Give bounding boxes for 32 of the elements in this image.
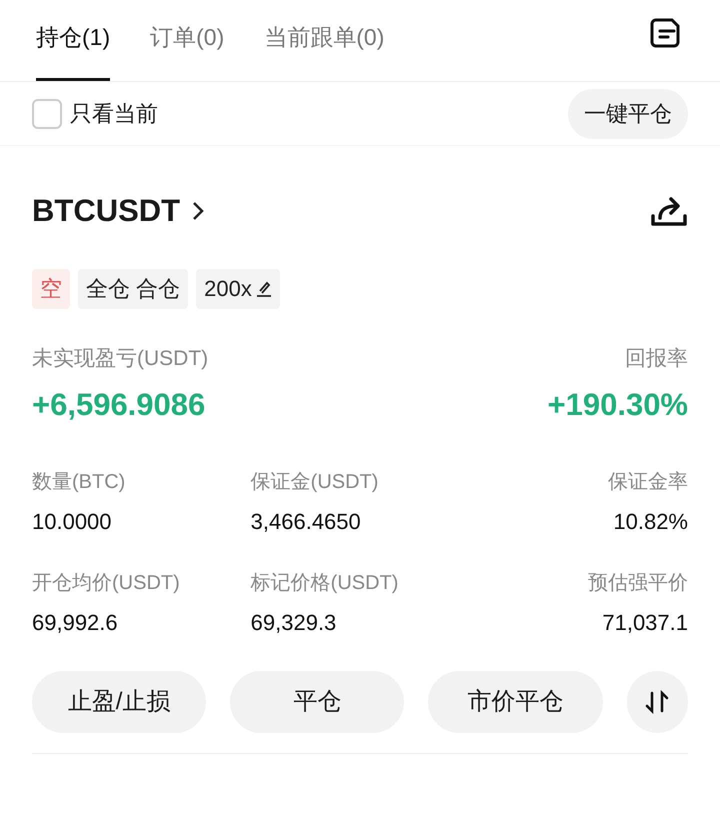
tab[interactable]: 订单(0)	[150, 20, 224, 81]
stat-label: 预估强平价	[588, 570, 688, 596]
stat-value: 69,992.6	[32, 608, 119, 636]
pnl-value: +6,596.9086	[32, 386, 206, 424]
checkbox[interactable]	[32, 98, 62, 128]
position-tag: 空	[32, 268, 70, 308]
stat-value: 3,466.4650	[250, 508, 362, 536]
pencil-icon[interactable]	[256, 280, 272, 296]
stat-label: 开仓均价(USDT)	[32, 570, 181, 596]
tab[interactable]: 持仓(1)	[36, 20, 110, 81]
stat-value: 71,037.1	[602, 608, 688, 636]
tab[interactable]: 当前跟单(0)	[264, 20, 384, 81]
position-tag: 200x	[196, 268, 280, 308]
stat-value: 69,329.3	[250, 608, 338, 636]
roe-value: +190.30%	[548, 386, 688, 424]
filter-label: 只看当前	[70, 100, 158, 128]
roe-label: 回报率	[625, 346, 688, 372]
stat-label: 保证金率	[608, 470, 688, 494]
action-button[interactable]: 平仓	[230, 670, 404, 732]
action-button[interactable]: 市价平仓	[428, 670, 603, 732]
symbol-title[interactable]: BTCUSDT	[32, 188, 180, 234]
stat-label: 数量(BTC)	[32, 470, 126, 494]
pnl-label: 未实现盈亏(USDT)	[32, 346, 208, 372]
action-button[interactable]: 止盈/止损	[32, 670, 206, 732]
position-tag: 全仓 合仓	[78, 268, 188, 308]
stat-value: 10.0000	[32, 508, 113, 536]
stat-label: 标记价格(USDT)	[250, 570, 400, 596]
stat-label: 保证金(USDT)	[250, 470, 380, 494]
close-all-button[interactable]: 一键平仓	[568, 88, 688, 138]
stat-value: 10.82%	[613, 508, 688, 536]
chevron-right-icon[interactable]	[192, 201, 204, 222]
share-icon[interactable]	[650, 194, 688, 228]
